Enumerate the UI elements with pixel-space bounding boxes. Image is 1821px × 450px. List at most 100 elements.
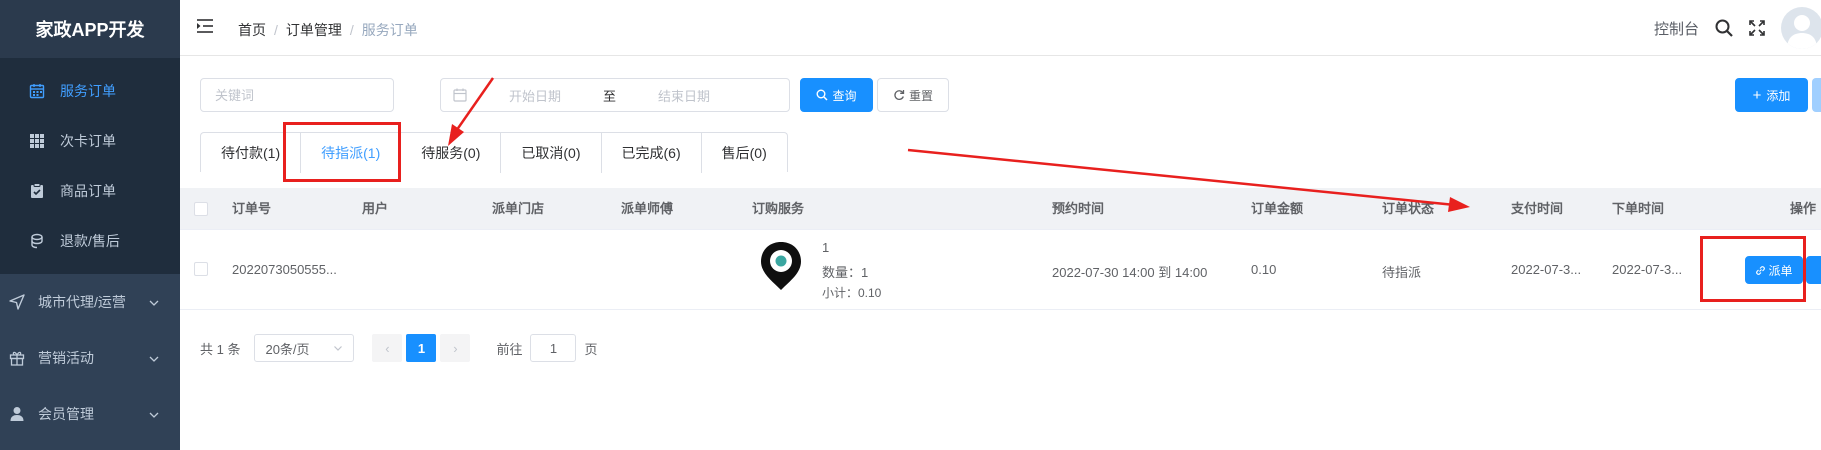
- calendar-icon: [28, 82, 46, 100]
- tab-pending-service[interactable]: 待服务(0): [401, 133, 502, 173]
- export-button-partial[interactable]: [1812, 78, 1821, 112]
- col-order-no: 订单号: [232, 201, 272, 216]
- sidebar-item-refunds[interactable]: 退款/售后: [0, 216, 180, 266]
- goto-page-input[interactable]: 1: [530, 334, 577, 362]
- breadcrumb-home[interactable]: 首页: [238, 22, 266, 38]
- prev-page-button[interactable]: ‹: [372, 334, 403, 362]
- sidebar-item-label: 城市代理/运营: [38, 294, 126, 310]
- breadcrumb-separator: /: [349, 22, 354, 38]
- col-store: 派单门店: [492, 201, 545, 216]
- sidebar-item-service-orders[interactable]: 服务订单: [0, 66, 180, 116]
- end-date-field[interactable]: 结束日期: [658, 86, 710, 105]
- order-time: 2022-07-3...: [1612, 262, 1683, 277]
- sidebar-item-label: 会员管理: [38, 406, 94, 422]
- annotation-box-dispatch: [1700, 236, 1806, 302]
- pagination: 共 1 条 20条/页 ‹ 1 › 前往 1 页: [200, 334, 598, 362]
- sidebar-item-label: 次卡订单: [60, 133, 116, 149]
- keyword-input[interactable]: [200, 78, 394, 112]
- navbar-actions: 控制台: [1654, 0, 1821, 56]
- sidebar: 家政APP开发 服务订单 次卡订单 商品订单 退款/售后 城市代理/运营 营销活…: [0, 0, 180, 450]
- sidebar-topmenu: 城市代理/运营 营销活动 会员管理: [0, 274, 180, 442]
- gift-icon: [8, 349, 26, 367]
- search-icon: [816, 89, 829, 101]
- add-button[interactable]: + 添加: [1735, 78, 1808, 112]
- breadcrumb: 首页 / 订单管理 / 服务订单: [238, 20, 418, 40]
- sidebar-item-city-agent[interactable]: 城市代理/运营: [0, 274, 180, 330]
- row-checkbox[interactable]: [194, 262, 208, 276]
- table-row: 2022073050555... 1 数量：1 小计：0.10 2022-07-…: [180, 230, 1821, 310]
- hamburger-icon[interactable]: [196, 18, 214, 37]
- user-icon: [8, 405, 26, 423]
- console-link[interactable]: 控制台: [1654, 18, 1699, 39]
- sidebar-item-members[interactable]: 会员管理: [0, 386, 180, 442]
- pay-time: 2022-07-3...: [1511, 262, 1582, 277]
- chevron-down-icon: [148, 296, 160, 312]
- col-pay-time: 支付时间: [1511, 201, 1564, 216]
- grid-icon: [28, 132, 46, 150]
- service-name: 1: [822, 240, 830, 255]
- page-size-value: 20条/页: [265, 341, 310, 357]
- search-button[interactable]: 查询: [800, 78, 873, 112]
- page-number-current[interactable]: 1: [406, 334, 437, 362]
- sidebar-item-label: 营销活动: [38, 350, 94, 366]
- chevron-down-icon: [148, 408, 160, 424]
- reset-button[interactable]: 重置: [877, 78, 949, 112]
- avatar[interactable]: [1781, 7, 1821, 49]
- sidebar-item-goods-orders[interactable]: 商品订单: [0, 166, 180, 216]
- breadcrumb-current: 服务订单: [361, 22, 418, 38]
- col-appointment: 预约时间: [1052, 201, 1105, 216]
- page-size-select[interactable]: 20条/页: [254, 334, 355, 362]
- appointment-time: 2022-07-30 14:00 到 14:00: [1052, 265, 1208, 280]
- keyword-field[interactable]: [201, 79, 393, 111]
- col-user: 用户: [362, 201, 389, 216]
- order-status: 待指派: [1382, 265, 1422, 280]
- orders-table: 订单号 用户 派单门店 派单师傅 订购服务 预约时间 订单金额 订单状态 支付时…: [180, 188, 1821, 310]
- sidebar-item-label: 服务订单: [60, 83, 116, 99]
- chevron-down-icon: [148, 352, 160, 368]
- add-button-label: 添加: [1766, 88, 1791, 103]
- sidebar-item-card-orders[interactable]: 次卡订单: [0, 116, 180, 166]
- more-action-button-partial[interactable]: [1806, 256, 1821, 284]
- calendar-icon: [453, 88, 467, 102]
- goto-suffix: 页: [584, 341, 598, 357]
- chevron-down-icon: [333, 341, 343, 356]
- col-amount: 订单金额: [1251, 201, 1304, 216]
- tab-completed[interactable]: 已完成(6): [602, 133, 702, 173]
- breadcrumb-order-management[interactable]: 订单管理: [286, 22, 342, 38]
- table-header: 订单号 用户 派单门店 派单师傅 订购服务 预约时间 订单金额 订单状态 支付时…: [180, 188, 1821, 230]
- top-navbar: 首页 / 订单管理 / 服务订单 控制台: [180, 0, 1821, 56]
- tab-after-sales[interactable]: 售后(0): [702, 133, 787, 173]
- annotation-box-tab: [283, 122, 401, 182]
- refund-icon: [28, 232, 46, 250]
- service-image: [758, 240, 804, 295]
- search-button-label: 查询: [832, 88, 857, 103]
- col-service: 订购服务: [752, 201, 805, 216]
- sidebar-item-label: 退款/售后: [60, 233, 120, 249]
- range-separator: 至: [603, 88, 617, 104]
- service-quantity: 数量：1: [822, 265, 869, 280]
- sidebar-item-marketing[interactable]: 营销活动: [0, 330, 180, 386]
- clipboard-icon: [28, 182, 46, 200]
- plus-icon: +: [1752, 86, 1762, 104]
- col-order-time: 下单时间: [1612, 201, 1665, 216]
- col-status: 订单状态: [1382, 201, 1435, 216]
- date-range-picker[interactable]: 开始日期 至 结束日期: [440, 78, 790, 112]
- search-icon[interactable]: [1715, 19, 1733, 37]
- sidebar-item-label: 商品订单: [60, 183, 116, 199]
- col-master: 派单师傅: [621, 201, 674, 216]
- table-body: 2022073050555... 1 数量：1 小计：0.10 2022-07-…: [180, 230, 1821, 310]
- select-all-checkbox[interactable]: [194, 202, 208, 216]
- service-subtotal: 小计：0.10: [822, 286, 882, 300]
- app-title: 家政APP开发: [0, 0, 180, 58]
- sidebar-submenu: 服务订单 次卡订单 商品订单 退款/售后: [0, 58, 180, 274]
- start-date-field[interactable]: 开始日期: [509, 86, 561, 105]
- order-amount: 0.10: [1251, 262, 1277, 277]
- goto-prefix: 前往: [496, 341, 523, 357]
- breadcrumb-separator: /: [274, 22, 278, 38]
- tab-cancelled[interactable]: 已取消(0): [501, 133, 602, 173]
- order-number: 2022073050555...: [232, 262, 337, 277]
- fullscreen-icon[interactable]: [1749, 20, 1765, 36]
- next-page-button[interactable]: ›: [440, 334, 471, 362]
- col-action: 操作: [1790, 201, 1817, 216]
- refresh-icon: [893, 89, 905, 101]
